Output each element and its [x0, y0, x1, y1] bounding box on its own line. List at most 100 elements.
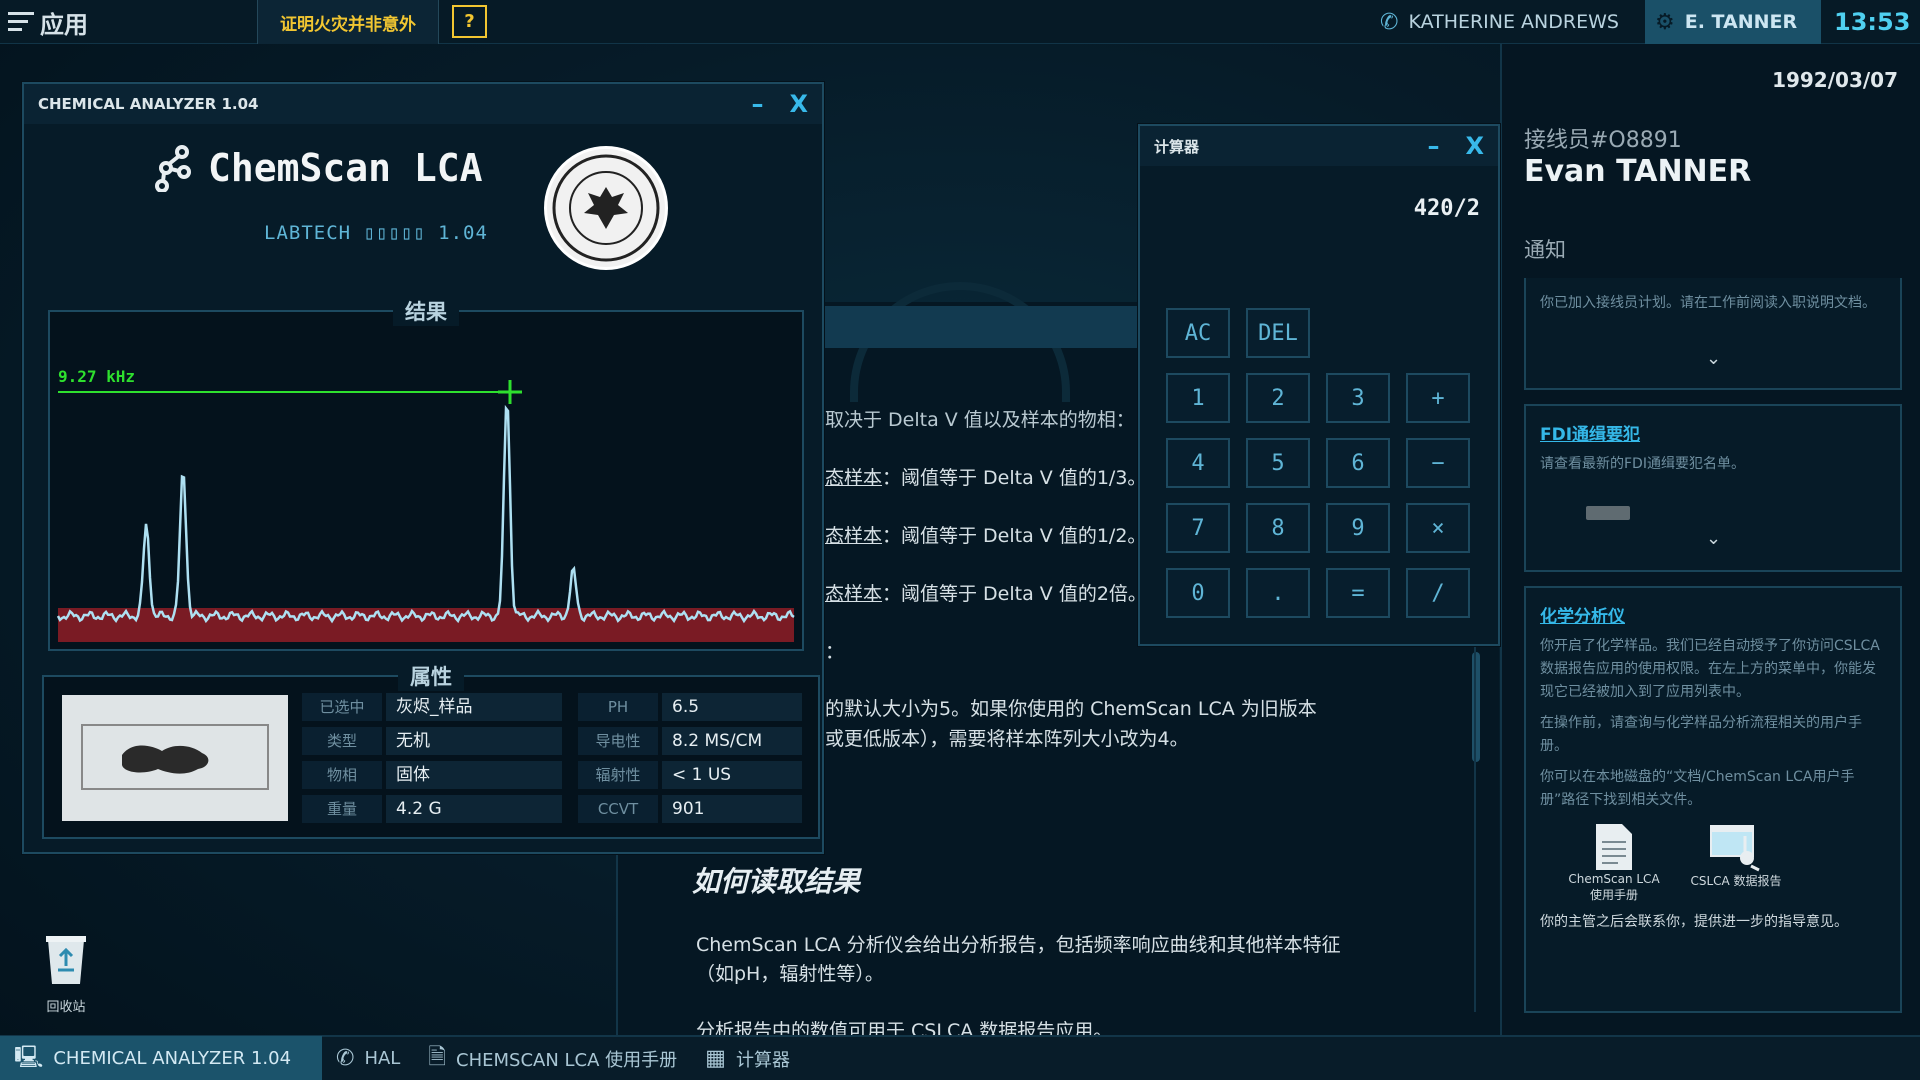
card-title[interactable]: 化学分析仪: [1540, 602, 1886, 627]
properties-heading: 属性: [398, 661, 464, 691]
operator-id: 接线员#O8891: [1524, 128, 1682, 153]
doc-link[interactable]: 态样本: [825, 525, 882, 547]
card-body: 在操作前，请查询与化学样品分析流程相关的用户手册。: [1540, 715, 1862, 754]
frequency-response-chart: 9.27 kHz: [56, 367, 795, 642]
doc-link[interactable]: 态样本: [825, 583, 882, 605]
prop-value: < 1 US: [662, 761, 802, 789]
calc-key[interactable]: 3: [1326, 373, 1390, 423]
close-button[interactable]: X: [1465, 132, 1484, 160]
calc-key[interactable]: 7: [1166, 503, 1230, 553]
current-task-tab[interactable]: 证明火灾并非意外: [257, 0, 439, 44]
doc-header-strip: [825, 306, 1141, 348]
calc-key[interactable]: /: [1406, 568, 1470, 618]
prop-label: 已选中: [302, 693, 382, 721]
calculator-window[interactable]: 计算器 – X 420/2 AC DEL 1 2 3 +4 5 6− 7 8 9 × 0. = /: [1138, 124, 1500, 646]
window-title: 计算器: [1154, 137, 1200, 156]
window-titlebar[interactable]: 计算器 – X: [1140, 126, 1498, 166]
document-icon: [1596, 824, 1632, 870]
taskbar-item-manual[interactable]: 🗎 CHEMSCAN LCA 使用手册: [414, 1036, 691, 1080]
calc-key[interactable]: =: [1326, 568, 1390, 618]
prop-value: 8.2 MS/CM: [662, 727, 802, 755]
manual-file-icon[interactable]: ChemScan LCA 使用手册: [1566, 822, 1662, 903]
contact-tanner[interactable]: ⚙ E. TANNER: [1645, 0, 1821, 44]
prop-label: 类型: [302, 727, 382, 755]
prop-label: 重量: [302, 795, 382, 823]
calc-key[interactable]: 8: [1246, 503, 1310, 553]
properties-panel: 属性 已选中 灰烬_样品 类型 无机 物相 固体 重量 4.2 G PH 6.5 导电性 8…: [42, 661, 820, 839]
prop-value: 6.5: [662, 693, 802, 721]
calc-key[interactable]: DEL: [1246, 308, 1310, 358]
prop-label: 物相: [302, 761, 382, 789]
calc-key[interactable]: +: [1406, 373, 1470, 423]
calc-key[interactable]: 0: [1166, 568, 1230, 618]
calc-key[interactable]: AC: [1166, 308, 1230, 358]
calc-key[interactable]: ×: [1406, 503, 1470, 553]
notification-card-onboarding[interactable]: 你已加入接线员计划。请在工作前阅读入职说明文档。 ⌄: [1524, 278, 1902, 390]
clock: 13:53: [1834, 8, 1911, 36]
phone-icon: ✆: [1380, 9, 1399, 35]
doc-line-text: ：阈值等于 Delta V 值的1/3。: [882, 467, 1147, 489]
doc-heading: 如何读取结果: [692, 865, 861, 898]
card-body: 你可以在本地磁盘的“文档/ChemScan LCA用户手册”路径下找到相关文件。: [1540, 769, 1855, 808]
doc-line: 态样本：阈值等于 Delta V 值的1/2。: [825, 521, 1146, 548]
prop-label: PH: [578, 693, 658, 721]
recycle-bin-label: 回收站: [46, 1000, 86, 1015]
doc-paragraph: ChemScan LCA 分析仪会给出分析报告，包括频率响应曲线和其他样本特征: [696, 934, 1341, 956]
calc-key[interactable]: 1: [1166, 373, 1230, 423]
taskbar-label: 计算器: [735, 1049, 790, 1071]
doc-line: 态样本：阈值等于 Delta V 值的1/3。: [825, 463, 1146, 490]
operator-name: Evan TANNER: [1524, 154, 1752, 189]
calc-key[interactable]: 9: [1326, 503, 1390, 553]
prop-row: 类型 无机: [302, 727, 562, 755]
chevron-down-icon[interactable]: ⌄: [1706, 348, 1721, 369]
calc-key[interactable]: .: [1246, 568, 1310, 618]
data-report-icon[interactable]: CSLCA 数据报告: [1688, 822, 1784, 903]
prop-row: 辐射性 < 1 US: [578, 761, 802, 789]
doc-line-text: ：阈值等于 Delta V 值的1/2。: [882, 525, 1147, 547]
card-body: 你开启了化学样品。我们已经自动授予了你访问CSLCA数据报告应用的使用权限。在左…: [1540, 638, 1880, 700]
taskbar-label: HAL: [364, 1048, 401, 1069]
prop-value: 4.2 G: [386, 795, 562, 823]
attachment-icon: [1586, 506, 1630, 520]
monitor-icon: 🖳: [14, 1044, 44, 1070]
prop-row: 重量 4.2 G: [302, 795, 562, 823]
doc-line: 或更低版本），需要将样本阵列大小改为4。: [825, 728, 1189, 750]
calc-key[interactable]: −: [1406, 438, 1470, 488]
calc-key[interactable]: 4: [1166, 438, 1230, 488]
file-label: ChemScan LCA 使用手册: [1568, 872, 1660, 902]
task-label: 证明火灾并非意外: [280, 14, 416, 35]
fdi-seal-logo: [544, 146, 668, 270]
recycle-bin[interactable]: 回收站: [36, 932, 96, 1015]
notification-card-chem[interactable]: 化学分析仪 你开启了化学样品。我们已经自动授予了你访问CSLCA数据报告应用的使…: [1524, 586, 1902, 1013]
card-title[interactable]: FDI通缉要犯: [1540, 420, 1886, 445]
taskbar-item-calculator[interactable]: ▦ 计算器: [691, 1036, 804, 1080]
app-subtitle: LABTECH ▯▯▯▯▯ 1.04: [264, 222, 488, 244]
taskbar-item-hal[interactable]: ✆ HAL: [322, 1036, 414, 1080]
peak-frequency-label: 9.27 kHz: [58, 367, 135, 386]
apps-menu-button[interactable]: 应用: [8, 6, 88, 39]
window-titlebar[interactable]: CHEMICAL ANALYZER 1.04 – X: [24, 84, 822, 124]
prop-row: PH 6.5: [578, 693, 802, 721]
close-button[interactable]: X: [789, 90, 808, 118]
contact-katherine[interactable]: ✆ KATHERINE ANDREWS: [1380, 0, 1619, 44]
notification-card-wanted[interactable]: FDI通缉要犯 请查看最新的FDI通缉要犯名单。 ⌄: [1524, 404, 1902, 572]
chevron-down-icon[interactable]: ⌄: [1706, 528, 1721, 549]
taskbar-item-chem-analyzer[interactable]: 🖳 CHEMICAL ANALYZER 1.04: [0, 1036, 322, 1080]
minimize-button[interactable]: –: [1427, 132, 1439, 160]
crosshair-marker: [498, 380, 522, 404]
calc-key[interactable]: 2: [1246, 373, 1310, 423]
contact-name: KATHERINE ANDREWS: [1408, 11, 1619, 33]
prop-value: 固体: [386, 761, 562, 789]
calc-key[interactable]: 5: [1246, 438, 1310, 488]
help-button[interactable]: ?: [452, 5, 487, 38]
minimize-button[interactable]: –: [751, 90, 763, 118]
calc-key[interactable]: 6: [1326, 438, 1390, 488]
doc-line: 态样本：阈值等于 Delta V 值的2倍。: [825, 579, 1147, 606]
doc-link[interactable]: 态样本: [825, 467, 882, 489]
prop-row: 已选中 灰烬_样品: [302, 693, 562, 721]
doc-paragraph: 分析报告中的数值可用于 CSLCA 数据报告应用。: [696, 1020, 1113, 1035]
taskbar-label: CHEMSCAN LCA 使用手册: [456, 1049, 678, 1071]
chemical-analyzer-window[interactable]: CHEMICAL ANALYZER 1.04 – X ChemScan LCA L…: [22, 82, 824, 854]
prop-label: CCVT: [578, 795, 658, 823]
gear-icon: ⚙: [1655, 9, 1675, 35]
